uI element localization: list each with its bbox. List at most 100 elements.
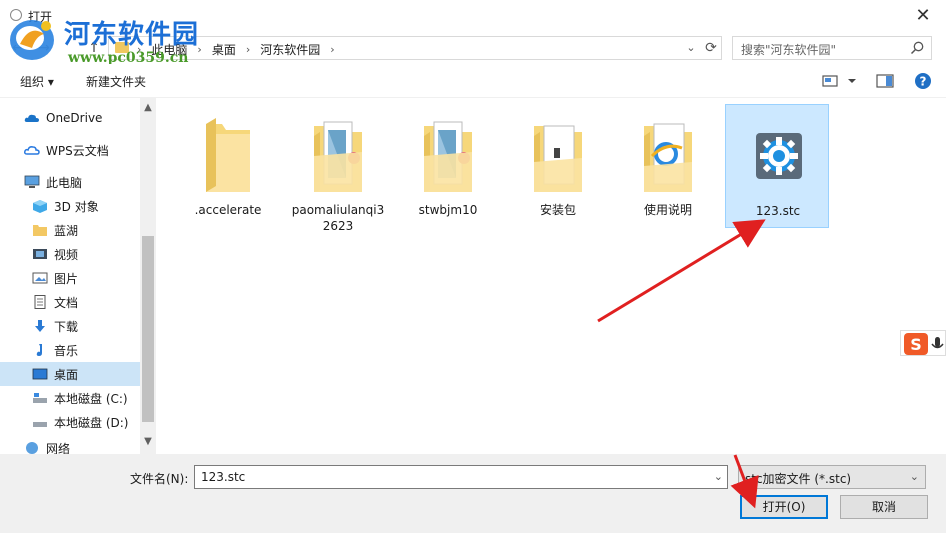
sidebar-item-label: 文档 — [54, 295, 79, 310]
search-input[interactable]: 搜索"河东软件园" — [732, 36, 932, 60]
folder-icon — [115, 42, 129, 53]
sidebar-item-pictures[interactable]: 图片 — [0, 266, 140, 290]
open-button[interactable]: 打开(O) — [740, 495, 828, 519]
folder-package-icon — [534, 125, 582, 192]
svg-text:S: S — [910, 335, 922, 354]
folder-docs-icon — [424, 121, 472, 192]
organize-button[interactable]: 组织 ▾ — [20, 73, 54, 90]
sidebar-item-3d-objects[interactable]: 3D 对象 — [0, 194, 140, 218]
sidebar-item-label: 3D 对象 — [54, 199, 99, 214]
computer-icon — [24, 175, 40, 188]
sidebar-item-drive-c[interactable]: 本地磁盘 (C:) — [0, 386, 140, 410]
sidebar-item-wps-cloud[interactable]: WPS云文档 — [0, 138, 140, 162]
sidebar-item-downloads[interactable]: 下载 — [0, 314, 140, 338]
sidebar-item-label: 视频 — [54, 247, 79, 262]
breadcrumb-item[interactable]: 此电脑 — [151, 41, 187, 58]
scroll-up-icon[interactable]: ▲ — [140, 100, 156, 116]
forward-button[interactable]: → — [34, 38, 54, 58]
file-item-instructions[interactable]: 使用说明 — [616, 104, 720, 228]
sidebar-item-label: 桌面 — [54, 367, 79, 382]
breadcrumb-separator: › — [137, 43, 142, 56]
sogou-icon: S — [904, 333, 944, 355]
navigation-bar: ← → ↑ › 此电脑 › 桌面 › 河东软件园 › ⌄ ⟳ 搜索"河东软件园" — [0, 32, 946, 64]
address-bar[interactable]: › 此电脑 › 桌面 › 河东软件园 › ⌄ ⟳ — [108, 36, 722, 60]
drive-icon — [33, 422, 47, 427]
scrollbar-thumb[interactable] — [142, 236, 154, 422]
sidebar-item-label: WPS云文档 — [46, 143, 109, 158]
sidebar-item-label: 蓝湖 — [54, 223, 79, 238]
sidebar-item-label: 音乐 — [54, 343, 79, 358]
sidebar-item-music[interactable]: 音乐 — [0, 338, 140, 362]
preview-pane-icon[interactable] — [876, 72, 894, 90]
search-placeholder: 搜索"河东软件园" — [741, 43, 837, 57]
filetype-select[interactable]: stc加密文件 (*.stc) ⌄ — [738, 465, 926, 489]
folder-icon — [33, 225, 47, 236]
sidebar-item-label: 图片 — [54, 271, 79, 286]
file-name: 使用说明 — [643, 203, 692, 217]
sidebar-item-network[interactable]: 网络 — [0, 440, 140, 454]
breadcrumb-separator: › — [197, 43, 202, 56]
gear-icon — [756, 133, 802, 179]
cloud-icon — [24, 114, 39, 122]
search-icon — [910, 41, 924, 55]
music-icon — [36, 344, 42, 356]
file-name: stwbjm10 — [418, 203, 478, 217]
view-options-icon[interactable] — [822, 72, 838, 90]
file-item-install-package[interactable]: 安装包 — [506, 104, 610, 228]
chevron-down-icon[interactable] — [846, 72, 858, 90]
folder-ie-icon — [644, 123, 692, 192]
command-toolbar: 组织 ▾ 新建文件夹 ? — [0, 64, 946, 98]
ime-toolbar[interactable]: S — [900, 330, 946, 356]
sidebar-item-drive-d[interactable]: 本地磁盘 (D:) — [0, 410, 140, 434]
chevron-down-icon[interactable]: ⌄ — [683, 40, 699, 56]
sidebar-item-label: 网络 — [46, 442, 71, 454]
sidebar-scrollbar[interactable]: ▲ ▼ — [140, 98, 156, 454]
folder-icon — [206, 118, 250, 192]
desktop-icon — [32, 368, 48, 380]
drive-icon — [33, 393, 47, 403]
filename-value: 123.stc — [201, 470, 246, 484]
breadcrumb-item[interactable]: 河东软件园 — [260, 41, 320, 58]
video-icon — [33, 249, 47, 259]
breadcrumb: › 此电脑 › 桌面 › 河东软件园 › — [137, 41, 335, 58]
cancel-button[interactable]: 取消 — [840, 495, 928, 519]
sidebar-item-documents[interactable]: 文档 — [0, 290, 140, 314]
sidebar-item-lanhu[interactable]: 蓝湖 — [0, 218, 140, 242]
navigation-pane: OneDrive WPS云文档 此电脑 3D 对象 蓝湖 视频 图片 文档 下载… — [0, 98, 156, 454]
sidebar-item-label: 此电脑 — [46, 175, 83, 190]
svg-text:?: ? — [920, 75, 927, 89]
file-item-stwbjm10[interactable]: stwbjm10 — [396, 104, 500, 228]
folder-docs-icon — [314, 121, 362, 192]
refresh-icon[interactable]: ⟳ — [703, 39, 719, 57]
3d-objects-icon — [33, 200, 47, 213]
file-item-accelerate[interactable]: .accelerate — [176, 104, 280, 228]
filename-label: 文件名(N): — [130, 472, 189, 486]
title-bar: 打开 ✕ — [0, 0, 946, 32]
documents-icon — [34, 295, 46, 309]
sidebar-item-label: 本地磁盘 (D:) — [54, 415, 129, 430]
back-button[interactable]: ← — [8, 38, 28, 58]
network-icon — [26, 442, 38, 454]
up-button[interactable]: ↑ — [84, 38, 104, 58]
sidebar-item-onedrive[interactable]: OneDrive — [0, 106, 140, 130]
chevron-down-icon[interactable]: ⌄ — [714, 470, 723, 483]
sidebar-item-videos[interactable]: 视频 — [0, 242, 140, 266]
file-name: 安装包 — [539, 203, 576, 217]
sidebar-item-label: OneDrive — [46, 111, 103, 125]
wps-cloud-icon — [24, 146, 40, 155]
new-folder-button[interactable]: 新建文件夹 — [86, 73, 146, 90]
chevron-down-icon[interactable]: ⌄ — [910, 470, 919, 483]
sidebar-item-desktop[interactable]: 桌面 — [0, 362, 140, 386]
filename-input[interactable]: 123.stc ⌄ — [194, 465, 728, 489]
sidebar-item-this-pc[interactable]: 此电脑 — [0, 170, 140, 194]
app-icon — [10, 9, 22, 21]
scroll-down-icon[interactable]: ▼ — [140, 434, 156, 450]
pictures-icon — [32, 272, 48, 284]
file-item-paomaliulanqi[interactable]: paomaliulanqi32623 — [286, 104, 390, 233]
window-title: 打开 — [28, 10, 53, 24]
close-button[interactable]: ✕ — [908, 4, 938, 28]
help-icon[interactable]: ? — [914, 72, 932, 90]
download-icon — [35, 320, 45, 332]
file-item-123-stc[interactable]: 123.stc — [725, 104, 829, 228]
breadcrumb-item[interactable]: 桌面 — [212, 41, 236, 58]
